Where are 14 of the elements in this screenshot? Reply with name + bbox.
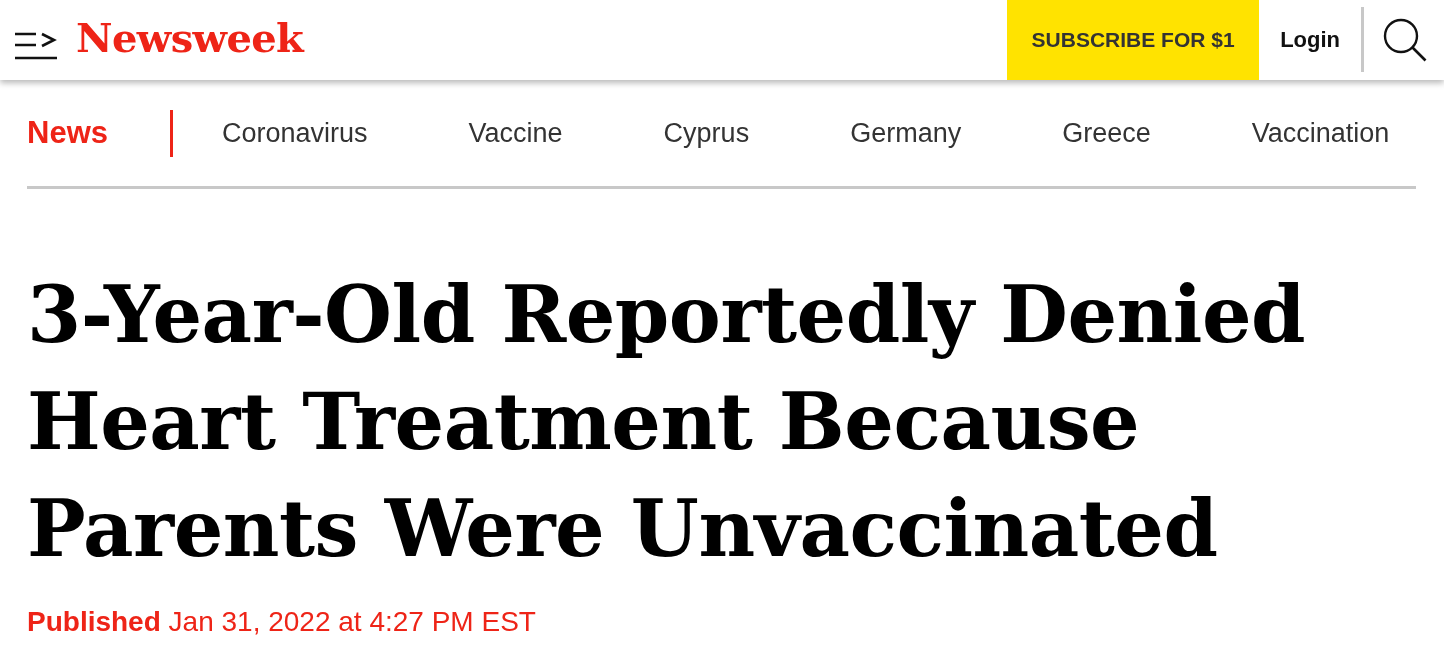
subscribe-button[interactable]: SUBSCRIBE FOR $1 <box>1007 0 1260 80</box>
topic-link[interactable]: Vaccination <box>1251 117 1390 149</box>
topic-link[interactable]: Germany <box>850 117 962 149</box>
topic-link[interactable]: Vaccine <box>468 117 563 149</box>
search-icon[interactable] <box>1383 18 1427 62</box>
section-link[interactable]: News <box>27 115 108 151</box>
topic-link[interactable]: Coronavirus <box>222 117 368 149</box>
publish-date: Published Jan 31, 2022 at 4:27 PM EST <box>27 606 537 638</box>
menu-icon[interactable] <box>14 31 58 61</box>
topic-link[interactable]: Cyprus <box>663 117 750 149</box>
login-link[interactable]: Login <box>1259 0 1361 80</box>
topic-link[interactable]: Greece <box>1062 117 1151 149</box>
newsweek-logo[interactable]: Newsweek <box>76 18 304 58</box>
article-headline: 3-Year-Old Reportedly Denied Heart Treatment Because Parents Were Unvaccinated <box>27 268 1307 576</box>
